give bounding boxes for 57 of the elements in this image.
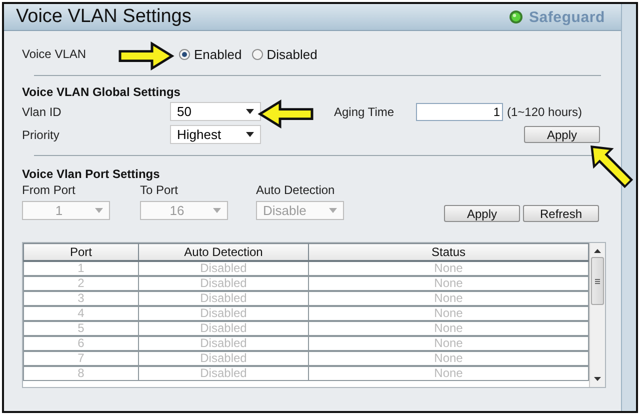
field-label: Auto Detection [256, 183, 336, 197]
dropdown[interactable]: Highest [170, 125, 261, 144]
pointer-arrow [117, 41, 175, 71]
radio-option[interactable]: Disabled [252, 46, 318, 62]
table-cell: 1 [24, 261, 138, 276]
table-cell: 8 [24, 366, 138, 380]
column-header: Port [24, 244, 138, 261]
table-cell: 2 [24, 276, 138, 291]
refresh-button[interactable]: Refresh [523, 205, 599, 222]
column-header: Status [308, 244, 588, 261]
caret-icon [95, 208, 103, 213]
table-cell: Disabled [138, 321, 308, 336]
caret-icon [213, 208, 221, 213]
apply-button[interactable]: Apply [524, 126, 600, 143]
table-cell: None [308, 306, 588, 321]
table-cell: Disabled [138, 351, 308, 366]
field-label: To Port [140, 183, 180, 197]
field-label: From Port [22, 183, 76, 197]
table-cell: None [308, 351, 588, 366]
table-cell: Disabled [138, 276, 308, 291]
dropdown[interactable]: 50 [170, 102, 261, 121]
scroll-down-icon [594, 377, 601, 381]
grip-icon [595, 278, 600, 284]
table-cell: None [308, 336, 588, 351]
table-cell: Disabled [138, 366, 308, 380]
apply-button[interactable]: Apply [444, 205, 520, 222]
scrollbar[interactable] [589, 243, 605, 387]
caret-icon [329, 208, 337, 213]
table-cell: 5 [24, 321, 138, 336]
table-cell: None [308, 276, 588, 291]
caret-icon [246, 132, 254, 137]
table-cell: Disabled [138, 336, 308, 351]
field-label: Priority [22, 128, 60, 142]
section-heading: Voice VLAN Global Settings [22, 85, 182, 99]
input-field[interactable]: 1 [416, 102, 503, 120]
field-label: Aging Time [334, 104, 396, 118]
table-cell: None [308, 321, 588, 336]
table-cell: Disabled [138, 306, 308, 321]
status-light-icon [508, 10, 523, 24]
window-title: Voice VLAN Settings [16, 6, 192, 28]
table-cell: 7 [24, 351, 138, 366]
caret-icon [246, 109, 254, 114]
scroll-up-icon [594, 249, 601, 253]
pointer-arrow [257, 98, 315, 130]
table-cell: 6 [24, 336, 138, 351]
table-cell: None [308, 291, 588, 306]
range-hint: (1~120 hours) [507, 104, 582, 118]
table-cell: Disabled [138, 291, 308, 306]
table-cell: 4 [24, 306, 138, 321]
radio-option[interactable]: Enabled [179, 46, 242, 62]
table-cell: 3 [24, 291, 138, 306]
safeguard-label: Safeguard [528, 8, 605, 26]
section-heading: Voice Vlan Port Settings [22, 167, 161, 181]
table-cell: None [308, 366, 588, 380]
field-label: Voice VLAN [22, 47, 88, 61]
field-label: Vlan ID [22, 104, 62, 118]
column-header: Auto Detection [138, 244, 308, 261]
